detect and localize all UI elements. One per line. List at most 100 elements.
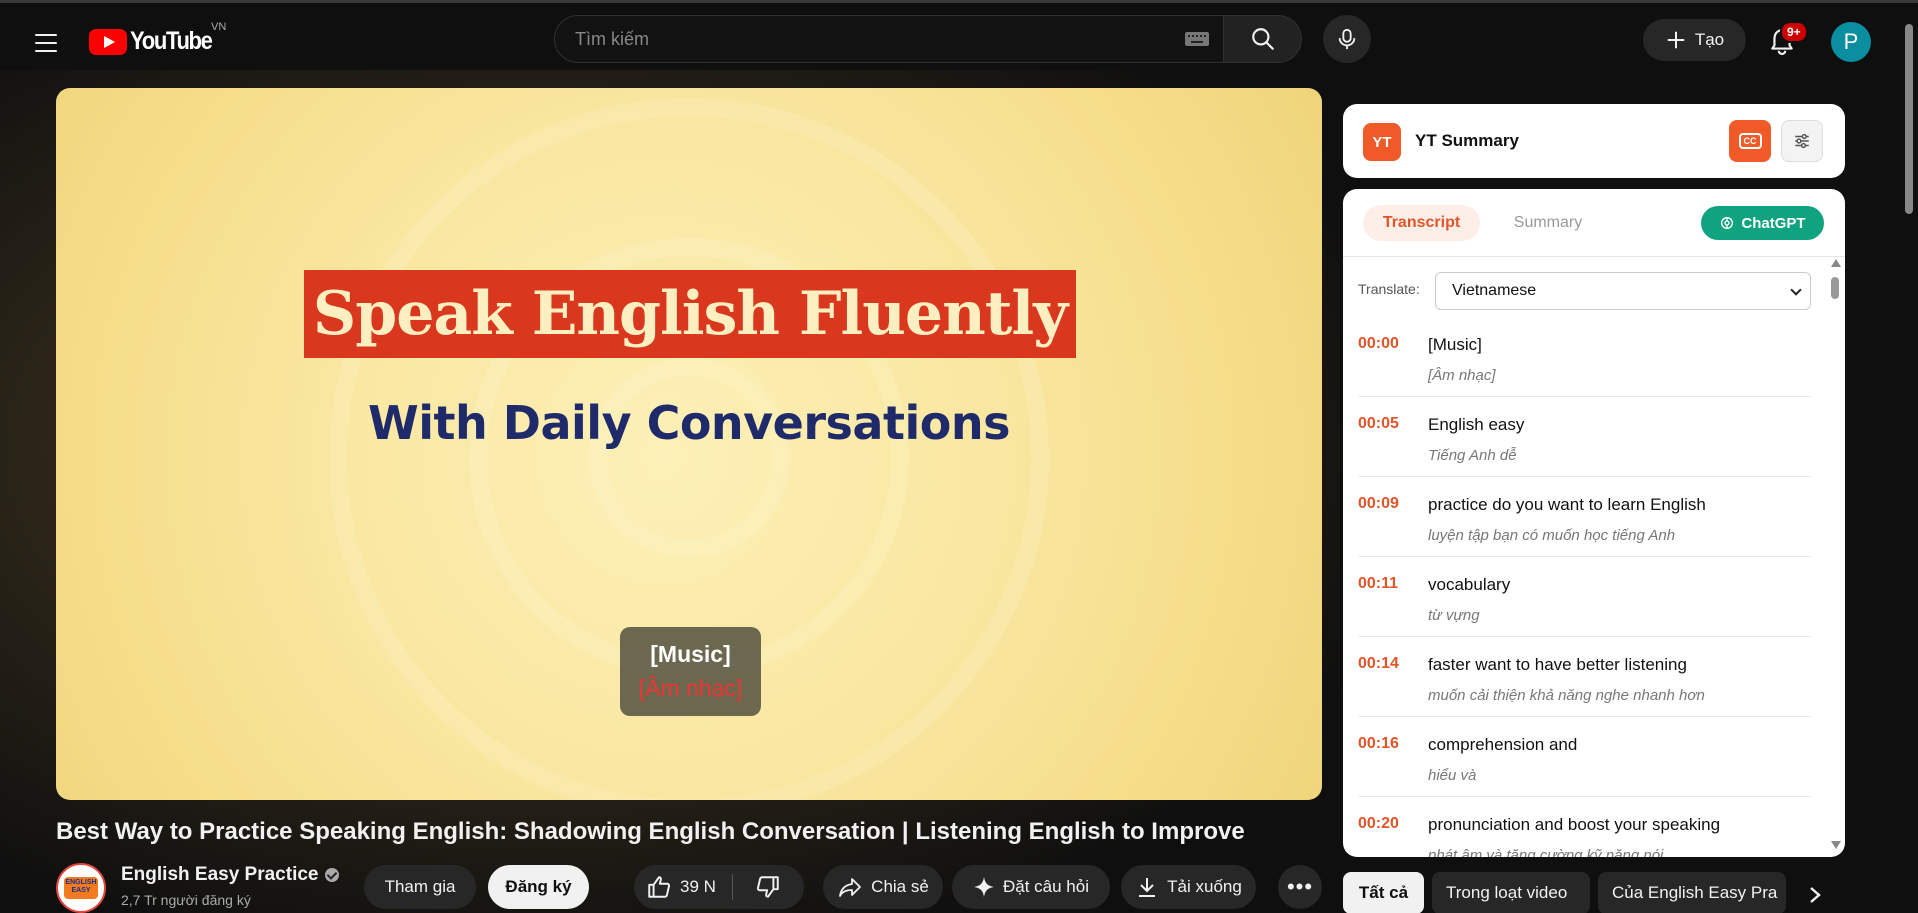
video-caption: [Music] [Âm nhạc] — [620, 627, 761, 716]
top-border — [0, 0, 1918, 3]
sparkle-icon — [973, 876, 995, 898]
timestamp[interactable]: 00:00 — [1358, 335, 1399, 353]
timestamp[interactable]: 00:09 — [1358, 495, 1399, 513]
yt-summary-logo: YT — [1363, 123, 1401, 161]
translate-label: Translate: — [1358, 281, 1420, 297]
subscribe-button[interactable]: Đăng ký — [488, 865, 589, 909]
like-dislike-group: 39 N — [634, 865, 804, 909]
transcript-translation: Tiếng Anh dễ — [1428, 447, 1517, 464]
video-title: Best Way to Practice Speaking English: S… — [56, 818, 1245, 845]
transcript-row[interactable]: 00:09 practice do you want to learn Engl… — [1358, 477, 1811, 557]
caption-original: [Music] — [650, 641, 731, 667]
transcript-row[interactable]: 00:05 English easy Tiếng Anh dễ — [1358, 397, 1811, 477]
more-actions-button[interactable]: ••• — [1278, 865, 1322, 909]
chevron-right-icon — [1810, 887, 1821, 903]
chatgpt-button[interactable]: ChatGPT — [1701, 206, 1824, 240]
page-scrollbar[interactable] — [1904, 24, 1914, 913]
voice-search-button[interactable] — [1323, 15, 1371, 63]
transcript-text: pronunciation and boost your speaking — [1428, 815, 1721, 834]
video-player[interactable]: Speak English Fluently With Daily Conver… — [56, 88, 1322, 800]
transcript-row[interactable]: 00:14 faster want to have better listeni… — [1358, 637, 1811, 717]
timestamp[interactable]: 00:20 — [1358, 815, 1399, 833]
keyboard-icon[interactable] — [1185, 32, 1209, 46]
transcript-text: comprehension and — [1428, 735, 1578, 754]
transcript-row[interactable]: 00:16 comprehension and hiểu và — [1358, 717, 1811, 797]
logo-text: YouTube — [130, 27, 213, 55]
chip-all[interactable]: Tất cả — [1343, 872, 1424, 913]
settings-button[interactable] — [1781, 120, 1823, 162]
cc-icon: CC — [1738, 133, 1762, 149]
channel-name[interactable]: English Easy Practice — [121, 864, 339, 886]
masthead: YouTube VN Tìm kiếm Tạo 9+ P — [0, 3, 1918, 75]
chatgpt-label: ChatGPT — [1741, 214, 1806, 232]
thumbnail-title: Speak English Fluently — [312, 279, 1068, 349]
create-button[interactable]: Tạo — [1643, 19, 1746, 61]
scroll-thumb[interactable] — [1831, 277, 1839, 299]
share-icon — [839, 878, 862, 897]
openai-icon — [1721, 217, 1734, 229]
ask-label: Đặt câu hỏi — [1003, 877, 1089, 896]
download-button[interactable]: Tải xuống — [1121, 865, 1256, 909]
youtube-logo[interactable]: YouTube VN — [89, 21, 226, 56]
search-placeholder: Tìm kiếm — [575, 28, 649, 49]
chip-in-series[interactable]: Trong loạt video — [1432, 872, 1590, 913]
transcript-row[interactable]: 00:00 [Music] [Âm nhạc] — [1358, 317, 1811, 397]
download-label: Tải xuống — [1167, 877, 1242, 896]
subscriber-count: 2,7 Tr người đăng ký — [121, 892, 251, 908]
channel-name-text: English Easy Practice — [121, 864, 319, 885]
transcript-text: practice do you want to learn English — [1428, 495, 1706, 514]
timestamp[interactable]: 00:11 — [1358, 575, 1398, 593]
thumbnail-title-banner: Speak English Fluently — [304, 270, 1076, 358]
panel-tabs: Transcript Summary ChatGPT — [1343, 189, 1845, 257]
dislike-icon[interactable] — [755, 874, 781, 900]
timestamp[interactable]: 00:05 — [1358, 415, 1399, 433]
join-button[interactable]: Tham gia — [364, 865, 476, 909]
share-button[interactable]: Chia sẻ — [823, 865, 943, 909]
country-code: VN — [211, 21, 227, 33]
timestamp[interactable]: 00:14 — [1358, 655, 1399, 673]
translate-language-select[interactable]: Vietnamese — [1435, 272, 1811, 310]
create-label: Tạo — [1694, 30, 1725, 49]
translate-selected-value: Vietnamese — [1452, 282, 1537, 299]
play-logo-icon — [89, 28, 127, 55]
yt-summary-header: YT YT Summary CC — [1343, 104, 1845, 178]
account-avatar[interactable]: P — [1831, 22, 1871, 62]
transcript-scrollbar[interactable] — [1829, 259, 1841, 849]
transcript-row[interactable]: 00:11 vocabulary từ vựng — [1358, 557, 1811, 637]
channel-avatar[interactable]: ENGLISH EASY — [56, 863, 106, 913]
chip-from-channel[interactable]: Của English Easy Pra — [1598, 872, 1786, 913]
transcript-translation: muốn cải thiện khả năng nghe nhanh hơn — [1428, 687, 1705, 704]
channel-logo-text: ENGLISH EASY — [65, 879, 97, 894]
sliders-icon — [1795, 133, 1809, 149]
tab-summary[interactable]: Summary — [1493, 205, 1603, 241]
transcript-panel: Transcript Summary ChatGPT Translate: Vi… — [1343, 189, 1845, 857]
like-count[interactable]: 39 N — [680, 877, 716, 897]
transcript-translation: [Âm nhạc] — [1428, 367, 1496, 384]
like-divider — [731, 874, 733, 900]
search-input[interactable]: Tìm kiếm — [554, 15, 1224, 63]
like-icon[interactable] — [646, 874, 672, 900]
caption-translation: [Âm nhạc] — [638, 675, 743, 701]
transcript-text: vocabulary — [1428, 575, 1511, 594]
transcript-text: faster want to have better listening — [1428, 655, 1687, 674]
share-label: Chia sẻ — [871, 877, 929, 896]
yt-summary-title: YT Summary — [1415, 131, 1519, 150]
chips-next-button[interactable] — [1800, 880, 1830, 910]
search-button[interactable] — [1224, 15, 1302, 63]
menu-icon[interactable] — [26, 23, 66, 63]
transcript-row[interactable]: 00:20 pronunciation and boost your speak… — [1358, 797, 1811, 857]
notification-badge: 9+ — [1780, 21, 1808, 43]
scroll-down-arrow-icon[interactable] — [1831, 841, 1841, 849]
search-box: Tìm kiếm — [554, 15, 1224, 63]
microphone-icon — [1338, 28, 1356, 50]
chevron-down-icon — [1790, 284, 1802, 296]
transcript-translation: luyện tập bạn có muốn học tiếng Anh — [1428, 527, 1676, 544]
ask-question-button[interactable]: Đặt câu hỏi — [952, 865, 1110, 909]
timestamp[interactable]: 00:16 — [1358, 735, 1399, 753]
page-scroll-thumb[interactable] — [1905, 24, 1913, 214]
transcript-list: 00:00 [Music] [Âm nhạc] 00:05 English ea… — [1358, 317, 1811, 857]
transcript-translation: phát âm và tăng cường kỹ năng nói — [1428, 847, 1664, 857]
captions-toggle-button[interactable]: CC — [1729, 120, 1771, 162]
scroll-up-arrow-icon[interactable] — [1831, 259, 1841, 267]
tab-transcript[interactable]: Transcript — [1363, 205, 1480, 241]
